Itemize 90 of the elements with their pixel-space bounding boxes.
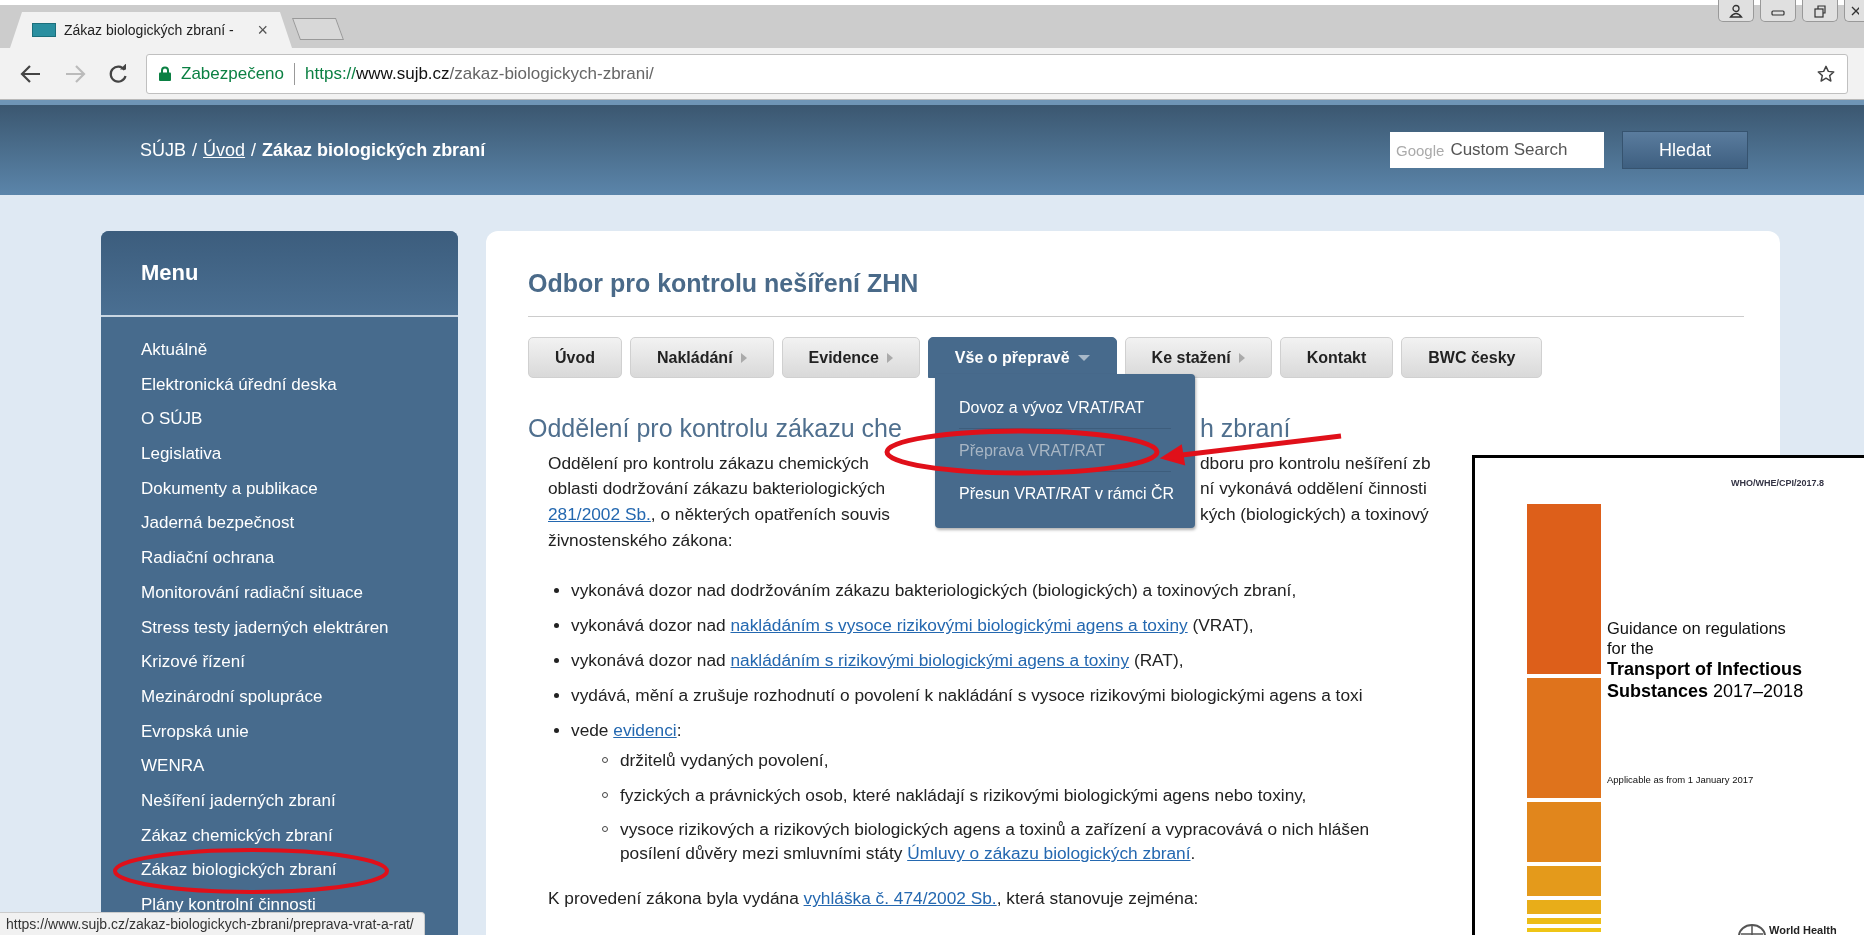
sidebar-item[interactable]: WENRA bbox=[141, 749, 205, 784]
paragraph-text: ní vykonává oddělení činnosti bbox=[1200, 477, 1427, 500]
section-title: Odbor pro kontrolu nešíření ZHN bbox=[528, 269, 920, 298]
list-item-text: vykonává dozor nad nakládáním s vysoce rizikovými biologickými agens a toxiny (VRAT), bbox=[571, 614, 1254, 638]
link-url-tooltip: https://www.sujb.cz/zakaz-biologickych-zbrani/preprava-vrat-a-rat/ bbox=[0, 912, 425, 935]
bullet-icon bbox=[554, 693, 559, 699]
address-bar[interactable]: Zabezpečeno https://www.sujb.cz/zakaz-biologickych-zbrani/ bbox=[146, 53, 1848, 94]
nav-tab[interactable]: Kontakt bbox=[1279, 337, 1394, 378]
list-item-text: fyzických a právnických osob, které nakládají s rizikovými biologickými agens nebo toxiny, bbox=[620, 783, 1307, 807]
sidebar-item[interactable]: Aktuálně bbox=[141, 333, 208, 368]
nav-tab[interactable]: BWC česky bbox=[1401, 337, 1543, 378]
sidebar-item[interactable]: Evropská unie bbox=[141, 714, 249, 750]
paragraph-text: 281/2002 Sb., o některých opatřeních souvis bbox=[548, 503, 890, 525]
bullet-icon bbox=[554, 588, 559, 594]
list-item-text: vykonává dozor nad nakládáním s rizikovými biologickými agens a toxiny (RAT), bbox=[571, 649, 1184, 673]
bullet-icon bbox=[554, 658, 559, 664]
lock-icon bbox=[159, 66, 171, 81]
text-link[interactable]: evidenci bbox=[613, 720, 677, 741]
sidebar-item[interactable]: Radiační ochrana bbox=[141, 541, 275, 576]
text-link[interactable]: nakládáním s vysoce rizikovými biologickými agens a toxiny bbox=[730, 615, 1188, 636]
restore-icon[interactable] bbox=[1802, 0, 1838, 22]
sidebar-item[interactable]: Jaderná bezpečnost bbox=[141, 506, 295, 542]
search-button[interactable]: Hledat bbox=[1622, 131, 1748, 169]
bullet-icon bbox=[554, 728, 559, 734]
caret-right-icon bbox=[886, 352, 893, 363]
list-item-text: vykonává dozor nad dodržováním zákazu bakteriologických (biologických) a toxinových zbraní, bbox=[571, 579, 1297, 603]
document-title: for the bbox=[1607, 638, 1655, 658]
menu-title: Menu bbox=[141, 260, 199, 286]
breadcrumb-link[interactable]: Úvod bbox=[203, 139, 246, 161]
paragraph-text: kých (biologických) a toxinový bbox=[1200, 503, 1429, 525]
document-code: WHO/WHE/CPI/2017.8 bbox=[1730, 478, 1824, 488]
document-title: Transport of Infectious bbox=[1607, 658, 1803, 680]
url-text: https://www.sujb.cz/zakaz-biologickych-zbrani/ bbox=[305, 63, 655, 84]
caret-right-icon bbox=[1238, 352, 1245, 363]
document-title: Substances 2017–2018 bbox=[1607, 680, 1804, 702]
nav-tab[interactable]: Ke stažení bbox=[1124, 337, 1272, 378]
bookmark-star-icon[interactable] bbox=[1817, 64, 1835, 83]
breadcrumb-item: / bbox=[192, 139, 198, 161]
dropdown-item[interactable]: Dovoz a vývoz VRAT/RAT bbox=[959, 397, 1145, 417]
security-label: Zabezpečeno bbox=[181, 63, 285, 84]
sidebar-item[interactable]: Mezinárodní spolupráce bbox=[141, 679, 323, 715]
sidebar-item[interactable]: Dokumenty a publikace bbox=[141, 471, 318, 507]
back-icon[interactable] bbox=[20, 63, 42, 84]
sidebar-item[interactable]: Elektronická úřední deska bbox=[141, 367, 337, 403]
paragraph-text: Oddělení pro kontrolu zákazu chemických bbox=[548, 451, 869, 474]
nav-tab[interactable]: Evidence bbox=[781, 337, 920, 378]
text-link[interactable]: vyhláška č. 474/2002 Sb. bbox=[803, 888, 997, 909]
sidebar-item[interactable]: Stress testy jaderných elektráren bbox=[141, 610, 389, 646]
list-item-text: vysoce rizikových a rizikových biologických agens a toxinů a zařízení a vypracovává o nich hlášen bbox=[620, 818, 1370, 842]
sidebar-item[interactable]: Zákaz chemických zbraní bbox=[141, 818, 333, 854]
reload-icon[interactable] bbox=[108, 63, 128, 84]
sidebar-item[interactable]: O SÚJB bbox=[141, 402, 203, 438]
caret-right-icon bbox=[740, 352, 747, 363]
publisher-name: World Health bbox=[1769, 924, 1837, 935]
paragraph-text: živnostenského zákona: bbox=[548, 528, 733, 551]
list-item-text: držitelů vydaných povolení, bbox=[620, 749, 829, 773]
breadcrumb-current: Zákaz biologických zbraní bbox=[262, 139, 486, 161]
search-brand-label: Google bbox=[1396, 141, 1445, 159]
caret-down-icon bbox=[1077, 354, 1090, 361]
tab-title: Zákaz biologických zbraní - bbox=[64, 22, 235, 38]
browser-tab[interactable]: Zákaz biologických zbraní - × bbox=[10, 12, 292, 48]
sidebar-item[interactable]: Nešíření jaderných zbraní bbox=[141, 783, 336, 819]
list-item-text: posílení důvěry mezi smluvními státy Úmluvy o zákazu biologických zbraní. bbox=[620, 842, 1197, 866]
document-date: Applicable as from 1 January 2017 bbox=[1607, 774, 1754, 785]
sidebar-item[interactable]: Monitorování radiační situace bbox=[141, 575, 364, 611]
sidebar-item[interactable]: Zákaz biologických zbraní bbox=[141, 853, 337, 888]
nav-tab[interactable]: Nakládání bbox=[630, 337, 774, 378]
text-link[interactable]: 281/2002 Sb. bbox=[548, 504, 651, 524]
breadcrumb-item: SÚJB bbox=[140, 139, 186, 161]
close-window-icon[interactable] bbox=[1844, 0, 1864, 22]
subsection-heading: h zbraní bbox=[1200, 413, 1291, 443]
paragraph-text: oblasti dodržování zákazu bakteriologických bbox=[548, 477, 886, 500]
dropdown-item[interactable]: Přesun VRAT/RAT v rámci ČR bbox=[959, 483, 1175, 503]
close-tab-button[interactable]: × bbox=[257, 19, 268, 41]
paragraph-text: dboru pro kontrolu nešíření zb bbox=[1200, 451, 1431, 474]
text-link[interactable]: nakládáním s rizikovými biologickými agens a toxiny bbox=[730, 650, 1130, 671]
nav-tab[interactable]: Úvod bbox=[528, 337, 622, 378]
sidebar-item[interactable]: Krizové řízení bbox=[141, 645, 245, 680]
document-title: Guidance on regulations bbox=[1607, 618, 1787, 638]
user-profile-icon[interactable] bbox=[1718, 0, 1754, 22]
text-link[interactable]: Úmluvy o zákazu biologických zbraní bbox=[907, 843, 1191, 864]
bullet-icon bbox=[554, 623, 559, 629]
breadcrumb-item: / bbox=[251, 139, 257, 161]
nav-tab[interactable]: Vše o přepravě bbox=[927, 337, 1117, 378]
site-favicon-icon bbox=[32, 23, 56, 37]
subsection-heading: Oddělení pro kontrolu zákazu che bbox=[528, 413, 902, 443]
minimize-icon[interactable] bbox=[1760, 0, 1796, 22]
sidebar-item[interactable]: Legislativa bbox=[141, 437, 222, 472]
list-item-text: vydává, mění a zrušuje rozhodnutí o povolení k nakládání s vysoce rizikovými biologickými agens a toxi bbox=[571, 684, 1363, 708]
list-item-text: vede evidenci: bbox=[571, 719, 682, 743]
